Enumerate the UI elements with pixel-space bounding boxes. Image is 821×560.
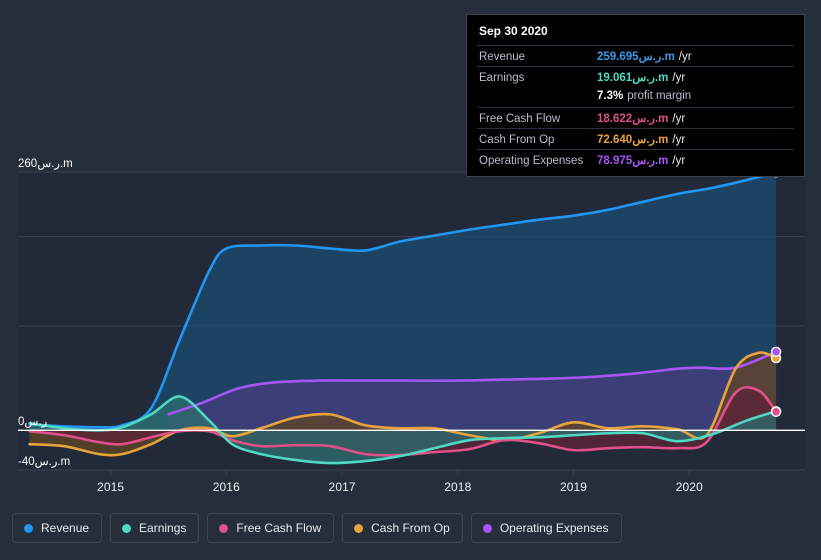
x-axis-tick-label: 2019 (559, 480, 588, 494)
tooltip-row: Operating Expenses 78.975ر.س.m/yr (477, 149, 794, 170)
tooltip-profit-margin-row: 7.3% profit margin (477, 87, 794, 107)
legend-item-revenue[interactable]: Revenue (12, 513, 103, 543)
tooltip-row-suffix: /yr (672, 113, 686, 125)
legend-item-operating-expenses[interactable]: Operating Expenses (470, 513, 622, 543)
legend-color-dot-icon (122, 523, 132, 533)
tooltip-row: Earnings 19.061ر.س.m/yr (477, 66, 794, 87)
tooltip-row-value: 18.622ر.س.m (597, 113, 669, 125)
profit-margin-label: profit margin (627, 90, 692, 102)
y-axis-tick-label: -40ر.س.m (18, 456, 71, 468)
legend-color-dot-icon (219, 523, 229, 533)
tooltip-row-value: 19.061ر.س.m (597, 72, 669, 84)
legend-item-cash-from-op[interactable]: Cash From Op (342, 513, 463, 543)
tooltip-row: Revenue 259.695ر.س.m/yr (477, 45, 794, 66)
tooltip-row-value: 259.695ر.س.m (597, 51, 675, 63)
x-axis-tick-label: 2020 (675, 480, 703, 494)
chart-tooltip: Sep 30 2020 Revenue 259.695ر.س.m/yr Earnin… (466, 14, 805, 177)
legend-item-label: Earnings (139, 521, 187, 535)
legend-item-label: Cash From Op (371, 521, 450, 535)
tooltip-row-suffix: /yr (672, 134, 686, 146)
tooltip-row: Cash From Op 72.640ر.س.m/yr (477, 128, 794, 149)
legend-color-dot-icon (482, 523, 492, 533)
tooltip-date: Sep 30 2020 (479, 24, 548, 38)
x-axis-tick-label: 2017 (328, 480, 356, 494)
tooltip-row-suffix: /yr (678, 51, 692, 63)
y-axis-tick-label: 260ر.س.m (18, 158, 73, 170)
legend-item-label: Free Cash Flow (236, 521, 322, 535)
tooltip-row-label: Revenue (479, 51, 526, 63)
x-axis-tick-label: 2018 (444, 480, 472, 494)
endpoint-marker-free-cash-flow (770, 406, 782, 417)
profit-margin-value: 7.3% (597, 90, 624, 102)
tooltip-row-suffix: /yr (672, 155, 686, 167)
x-axis-tick-label: 2015 (97, 480, 125, 494)
legend-item-free-cash-flow[interactable]: Free Cash Flow (207, 513, 335, 543)
tooltip-row-label: Cash From Op (479, 134, 555, 146)
tooltip-row-suffix: /yr (672, 72, 686, 84)
x-axis-tick-label: 2016 (212, 480, 240, 494)
legend-item-label: Revenue (41, 521, 90, 535)
tooltip-row-label: Free Cash Flow (479, 113, 561, 125)
endpoint-marker-operating-expenses (770, 346, 782, 358)
legend-color-dot-icon (354, 523, 364, 533)
legend-color-dot-icon (24, 523, 33, 533)
tooltip-rows: Revenue 259.695ر.س.m/yr Earnings 19.061ر.س.… (477, 45, 794, 170)
legend-item-earnings[interactable]: Earnings (110, 513, 200, 543)
tooltip-row-value: 72.640ر.س.m (597, 134, 669, 146)
y-axis-tick-label: 0ر.س (18, 416, 48, 429)
tooltip-row-label: Operating Expenses (479, 155, 584, 167)
tooltip-row: Free Cash Flow 18.622ر.س.m/yr (477, 107, 794, 128)
legend-item-label: Operating Expenses (499, 521, 609, 535)
tooltip-row-value: 78.975ر.س.m (597, 155, 669, 167)
tooltip-row-label: Earnings (479, 72, 525, 84)
chart-legend[interactable]: Revenue Earnings Free Cash Flow Cash From O… (12, 513, 622, 543)
